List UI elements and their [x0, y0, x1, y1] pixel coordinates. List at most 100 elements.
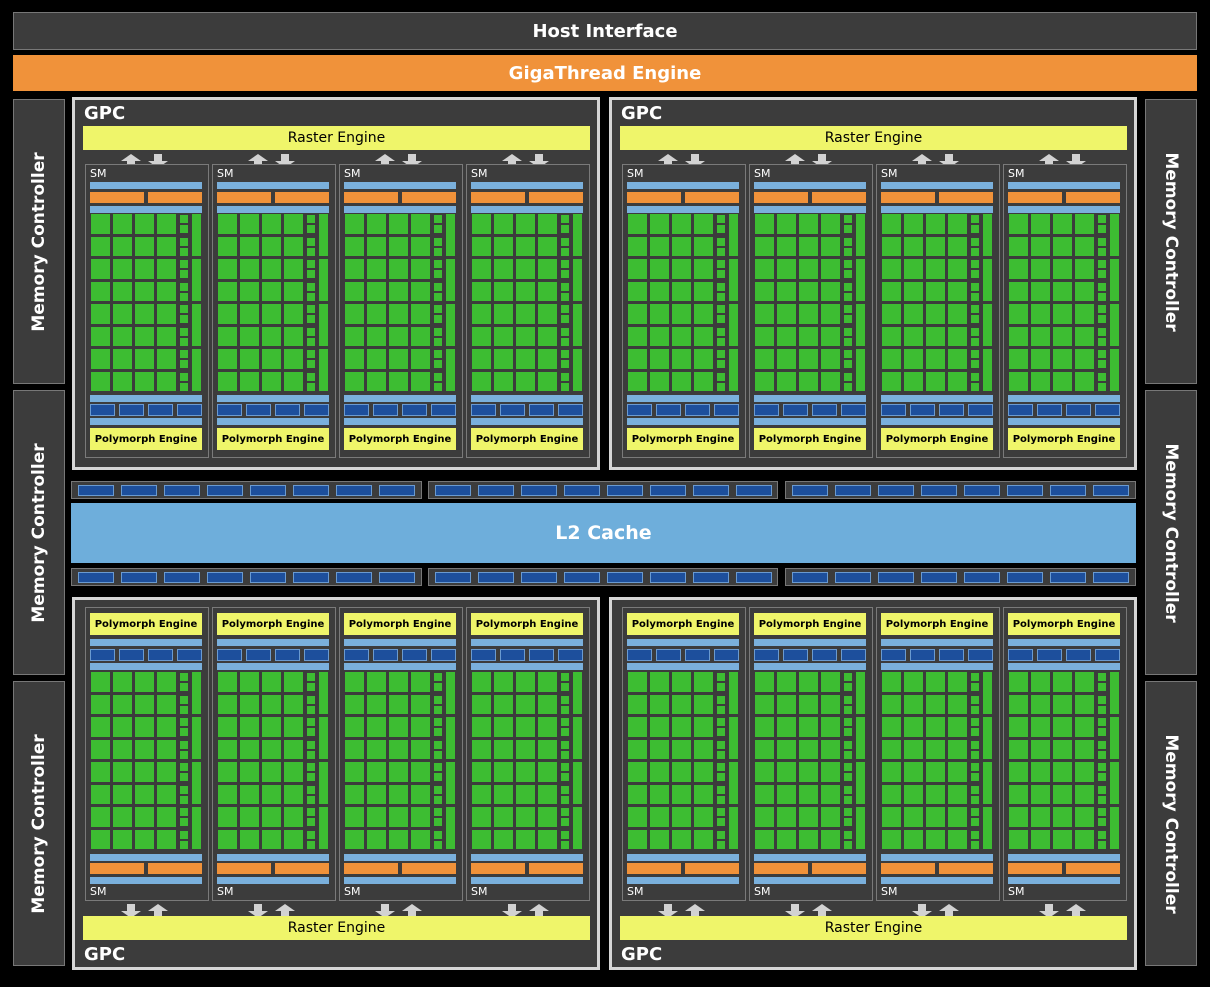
sfu-unit	[844, 830, 852, 839]
cache-bar	[881, 854, 993, 861]
register-block	[736, 572, 772, 583]
cache-bar	[471, 639, 583, 646]
cache-bar	[217, 663, 329, 670]
cuda-core	[926, 807, 945, 827]
cuda-core	[882, 236, 901, 256]
raster-engine: Raster Engine	[83, 126, 590, 150]
cuda-core	[411, 236, 430, 256]
data-flow-arrows	[658, 903, 706, 918]
sfu-unit	[180, 728, 188, 736]
cache-bar	[344, 854, 456, 861]
warp-scheduler	[275, 863, 329, 874]
l2-register-row	[785, 481, 1136, 499]
cuda-core	[240, 694, 259, 714]
cuda-core	[494, 304, 513, 324]
cuda-core	[367, 717, 386, 737]
register-block	[1093, 572, 1129, 583]
sfu-unit	[307, 818, 315, 826]
cuda-core	[262, 236, 281, 256]
warp-scheduler	[344, 863, 398, 874]
register-block	[650, 572, 686, 583]
sfu-unit	[1098, 215, 1106, 223]
texture-unit	[319, 807, 328, 849]
cache-bar	[90, 854, 202, 861]
sfu-unit	[180, 327, 188, 336]
sfu-unit	[844, 305, 852, 313]
cuda-core	[904, 694, 923, 714]
cuda-core	[389, 739, 408, 759]
register-block	[207, 572, 243, 583]
cuda-core	[91, 739, 110, 759]
cuda-core	[904, 672, 923, 692]
load-store-unit	[1095, 649, 1120, 661]
texture-unit	[573, 807, 582, 849]
texture-unit	[573, 304, 582, 346]
sfu-unit	[844, 327, 852, 336]
cache-bar	[881, 395, 993, 402]
polymorph-engine: Polymorph Engine	[627, 428, 739, 450]
cuda-core	[882, 281, 901, 301]
load-store-unit	[373, 649, 398, 661]
sm-label: SM	[344, 885, 361, 898]
cuda-core	[367, 829, 386, 849]
sfu-unit	[717, 673, 725, 681]
data-flow-arrows	[248, 903, 296, 918]
cuda-core	[1009, 236, 1028, 256]
cuda-core	[1031, 694, 1050, 714]
cuda-core	[389, 672, 408, 692]
cuda-core	[389, 762, 408, 782]
host-interface: Host Interface	[13, 12, 1197, 50]
cuda-core	[948, 717, 967, 737]
cuda-core	[777, 694, 796, 714]
cuda-core	[672, 739, 691, 759]
cuda-core	[882, 762, 901, 782]
sm-label: SM	[1008, 885, 1025, 898]
cuda-core	[926, 694, 945, 714]
cuda-core	[284, 829, 303, 849]
sfu-unit	[844, 247, 852, 256]
cache-bar	[754, 206, 866, 213]
cuda-core	[516, 717, 535, 737]
cuda-core	[882, 694, 901, 714]
cuda-core	[262, 784, 281, 804]
warp-scheduler	[1066, 863, 1120, 874]
load-store-unit	[344, 404, 369, 416]
l2-cache: L2 Cache	[71, 503, 1136, 563]
warp-scheduler	[402, 192, 456, 203]
cuda-core	[538, 371, 557, 391]
sfu-unit	[180, 795, 188, 804]
cuda-core	[284, 214, 303, 234]
cuda-core	[1031, 739, 1050, 759]
cuda-core	[904, 214, 923, 234]
cuda-core	[218, 784, 237, 804]
cuda-core	[516, 829, 535, 849]
cuda-core	[882, 672, 901, 692]
sfu-unit	[971, 305, 979, 313]
cuda-core	[777, 784, 796, 804]
sfu-unit	[717, 840, 725, 849]
cuda-core	[494, 326, 513, 346]
gpc-label: GPC	[621, 103, 663, 124]
cuda-core	[389, 349, 408, 369]
sfu-unit	[844, 225, 852, 233]
register-block	[293, 485, 329, 496]
cuda-core	[157, 829, 176, 849]
sfu-unit	[434, 683, 442, 691]
sfu-unit	[434, 785, 442, 794]
texture-unit	[1110, 349, 1119, 391]
sfu-unit	[434, 728, 442, 736]
cuda-core	[389, 281, 408, 301]
streaming-multiprocessor: SM Polymorph Engine	[1003, 164, 1127, 458]
load-store-unit	[304, 404, 329, 416]
cuda-core	[135, 739, 154, 759]
polymorph-engine: Polymorph Engine	[1008, 613, 1120, 635]
sfu-unit	[180, 818, 188, 826]
sfu-unit	[434, 360, 442, 368]
up-arrow-icon	[529, 903, 549, 918]
sfu-unit	[434, 337, 442, 346]
cuda-core	[284, 762, 303, 782]
texture-unit	[729, 259, 738, 301]
cuda-core	[904, 807, 923, 827]
cuda-core	[755, 762, 774, 782]
cuda-core	[284, 304, 303, 324]
